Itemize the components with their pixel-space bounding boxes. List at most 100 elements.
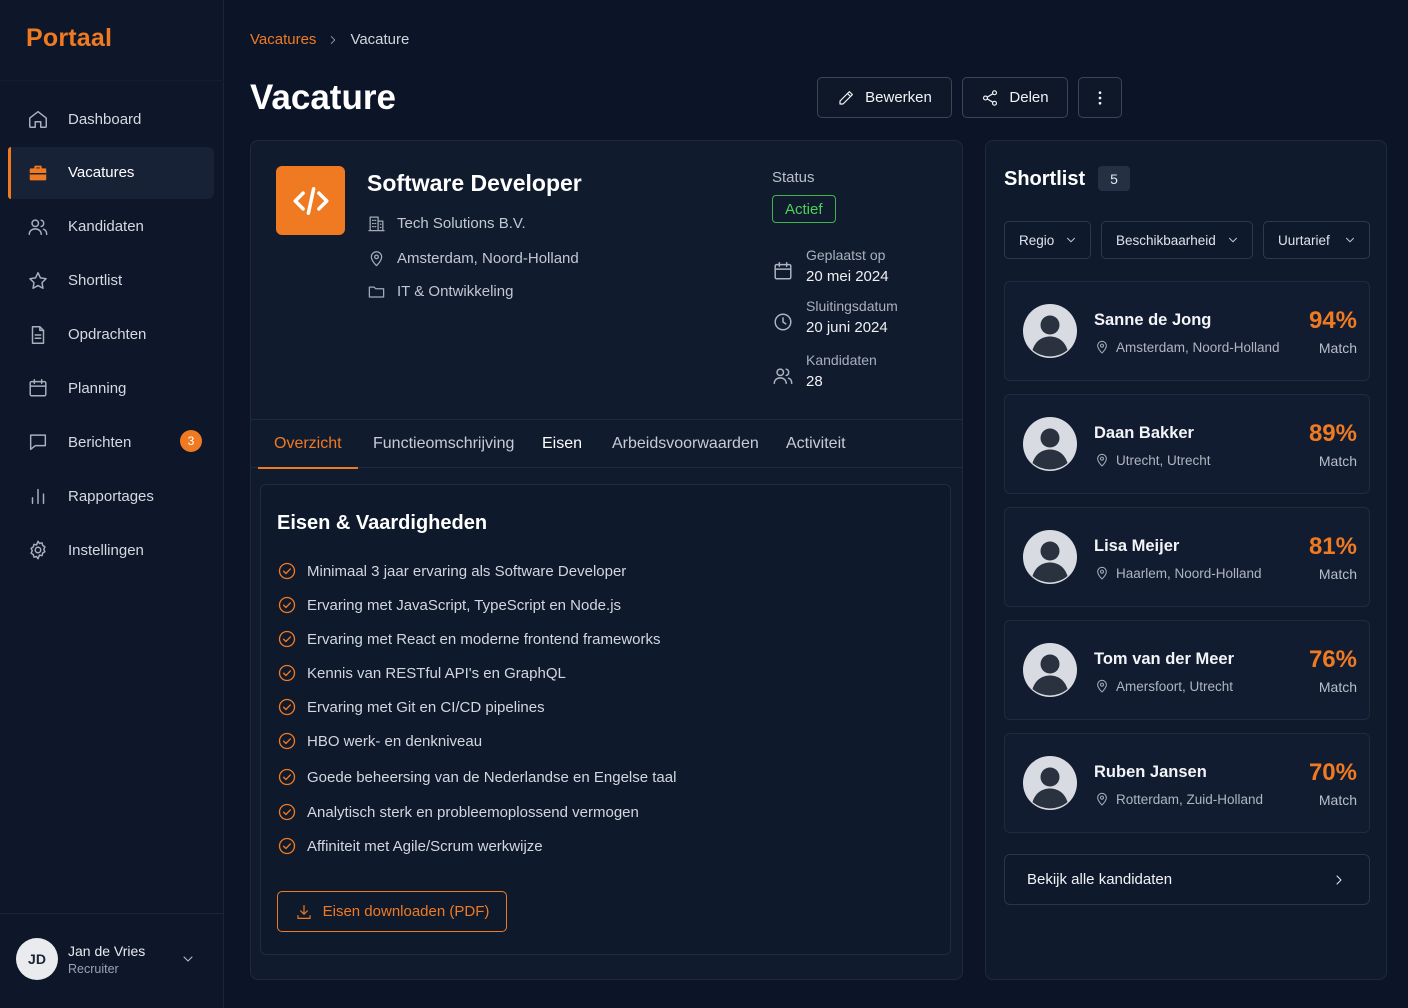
unread-badge: 3 — [180, 430, 202, 453]
posted-label: Geplaatst op — [806, 247, 886, 263]
sidebar-item-shortlist[interactable]: Shortlist — [8, 255, 214, 307]
match-score: 89% — [1308, 420, 1357, 447]
check-circle-icon — [277, 629, 297, 649]
location-text: Amsterdam, Noord-Holland — [1116, 339, 1280, 355]
check-circle-icon — [277, 731, 297, 751]
avatar — [1023, 756, 1077, 810]
check-circle-icon — [277, 836, 297, 856]
home-icon — [27, 108, 49, 130]
candidates-count: 28 — [806, 373, 823, 390]
requirement-text: Ervaring met React en moderne frontend f… — [307, 630, 661, 648]
view-all-label: Bekijk alle kandidaten — [1027, 871, 1173, 888]
status-label: Status — [772, 169, 815, 186]
requirement-text: Ervaring met JavaScript, TypeScript en N… — [307, 596, 622, 614]
check-circle-icon — [277, 595, 297, 615]
map-pin-icon — [1094, 678, 1110, 694]
sidebar-item-vacatures[interactable]: Vacatures — [8, 146, 214, 199]
user-role: Recruiter — [68, 961, 119, 976]
view-all-candidates-button[interactable]: Bekijk alle kandidaten — [1004, 854, 1370, 905]
requirements-panel: Eisen & Vaardigheden Minimaal 3 jaar erv… — [260, 484, 951, 955]
job-location: Amsterdam, Noord-Holland — [367, 249, 579, 268]
shortlist-count-badge: 5 — [1098, 166, 1130, 191]
requirement-text: Kennis van RESTful API's en GraphQL — [307, 664, 566, 682]
briefcase-icon — [27, 162, 49, 184]
divider — [0, 913, 224, 914]
star-icon — [27, 270, 49, 292]
edit-button-label: Bewerken — [865, 89, 932, 106]
closing-date: 20 juni 2024 — [806, 319, 888, 336]
filter-label: Uurtarief — [1278, 232, 1330, 248]
list-item: Analytisch sterk en probleemoplossend ve… — [277, 802, 676, 822]
sidebar-item-dashboard[interactable]: Dashboard — [8, 93, 214, 145]
requirement-text: Minimaal 3 jaar ervaring als Software De… — [307, 562, 627, 580]
download-requirements-button[interactable]: Eisen downloaden (PDF) — [277, 891, 507, 932]
bar-chart-icon — [27, 485, 49, 507]
requirements-list: Minimaal 3 jaar ervaring als Software De… — [277, 561, 676, 856]
sidebar-item-rapportages[interactable]: Rapportages — [8, 470, 214, 522]
sidebar-item-label: Kandidaten — [68, 218, 144, 236]
candidate-card[interactable]: Lisa Meijer Haarlem, Noord-Holland 81% M… — [1004, 507, 1370, 607]
sidebar-item-kandidaten[interactable]: Kandidaten — [8, 201, 214, 253]
app-logo[interactable]: Portaal — [26, 24, 112, 53]
building-icon — [367, 214, 386, 233]
candidate-location: Haarlem, Noord-Holland — [1094, 565, 1262, 581]
list-item: HBO werk- en denkniveau — [277, 731, 676, 751]
sidebar-item-planning[interactable]: Planning — [8, 362, 214, 414]
closing-info: Sluitingsdatum 20 juni 2024 — [772, 298, 898, 336]
job-category: IT & Ontwikkeling — [367, 282, 513, 301]
requirements-title: Eisen & Vaardigheden — [277, 512, 488, 534]
avatar — [1023, 417, 1077, 471]
chevron-down-icon — [1064, 233, 1078, 247]
tab-functieomschrijving[interactable]: Functieomschrijving — [373, 420, 514, 468]
filter-beschikbaarheid[interactable]: Beschikbaarheid — [1101, 221, 1253, 259]
sidebar-item-berichten[interactable]: Berichten 3 — [8, 416, 214, 468]
map-pin-icon — [1094, 565, 1110, 581]
location-text: Amsterdam, Noord-Holland — [397, 250, 579, 267]
status-badge: Actief — [772, 195, 836, 223]
folder-icon — [367, 282, 386, 301]
sidebar-item-label: Berichten — [68, 433, 132, 451]
candidate-card[interactable]: Ruben Jansen Rotterdam, Zuid-Holland 70%… — [1004, 733, 1370, 833]
candidates-label: Kandidaten — [806, 352, 877, 368]
candidate-card[interactable]: Daan Bakker Utrecht, Utrecht 89% Match — [1004, 394, 1370, 494]
match-score: 94% — [1308, 307, 1357, 334]
share-icon — [981, 89, 999, 107]
page-title: Vacature — [250, 78, 396, 117]
download-button-label: Eisen downloaden (PDF) — [322, 903, 490, 920]
candidate-location: Amersfoort, Utrecht — [1094, 678, 1233, 694]
clock-icon — [772, 311, 794, 333]
tab-activiteit[interactable]: Activiteit — [786, 420, 846, 468]
sidebar-item-instellingen[interactable]: Instellingen — [8, 524, 214, 576]
tab-arbeidsvoorwaarden[interactable]: Arbeidsvoorwaarden — [612, 420, 759, 468]
requirement-text: Goede beheersing van de Nederlandse en E… — [307, 768, 677, 786]
more-options-button[interactable] — [1078, 77, 1122, 118]
candidate-card[interactable]: Sanne de Jong Amsterdam, Noord-Holland 9… — [1004, 281, 1370, 381]
filter-uurtarief[interactable]: Uurtarief — [1263, 221, 1370, 259]
list-item: Affiniteit met Agile/Scrum werkwijze — [277, 836, 676, 856]
filter-regio[interactable]: Regio — [1004, 221, 1091, 259]
match-label: Match — [1318, 566, 1357, 582]
posted-info: Geplaatst op 20 mei 2024 — [772, 247, 889, 285]
match-label: Match — [1318, 679, 1357, 695]
chevron-right-icon — [1331, 872, 1347, 888]
candidate-name: Tom van der Meer — [1094, 650, 1234, 668]
sidebar-item-opdrachten[interactable]: Opdrachten — [8, 309, 214, 361]
user-menu[interactable]: JD Jan de Vries Recruiter — [16, 937, 206, 981]
gear-icon — [27, 539, 49, 561]
filter-label: Regio — [1019, 232, 1055, 248]
share-button[interactable]: Delen — [962, 77, 1068, 118]
edit-button[interactable]: Bewerken — [817, 77, 952, 118]
user-name: Jan de Vries — [68, 942, 146, 959]
sidebar-item-label: Instellingen — [68, 541, 144, 559]
candidate-card[interactable]: Tom van der Meer Amersfoort, Utrecht 76%… — [1004, 620, 1370, 720]
category-text: IT & Ontwikkeling — [397, 283, 514, 300]
check-circle-icon — [277, 561, 297, 581]
user-info: Jan de Vries Recruiter — [68, 943, 145, 976]
location-text: Utrecht, Utrecht — [1116, 452, 1211, 468]
avatar — [1023, 643, 1077, 697]
posted-date: 20 mei 2024 — [806, 268, 889, 285]
breadcrumb-link-vacatures[interactable]: Vacatures — [250, 31, 316, 48]
tab-overzicht[interactable]: Overzicht — [258, 420, 358, 469]
avatar: JD — [16, 938, 58, 980]
tab-eisen[interactable]: Eisen — [542, 420, 582, 468]
